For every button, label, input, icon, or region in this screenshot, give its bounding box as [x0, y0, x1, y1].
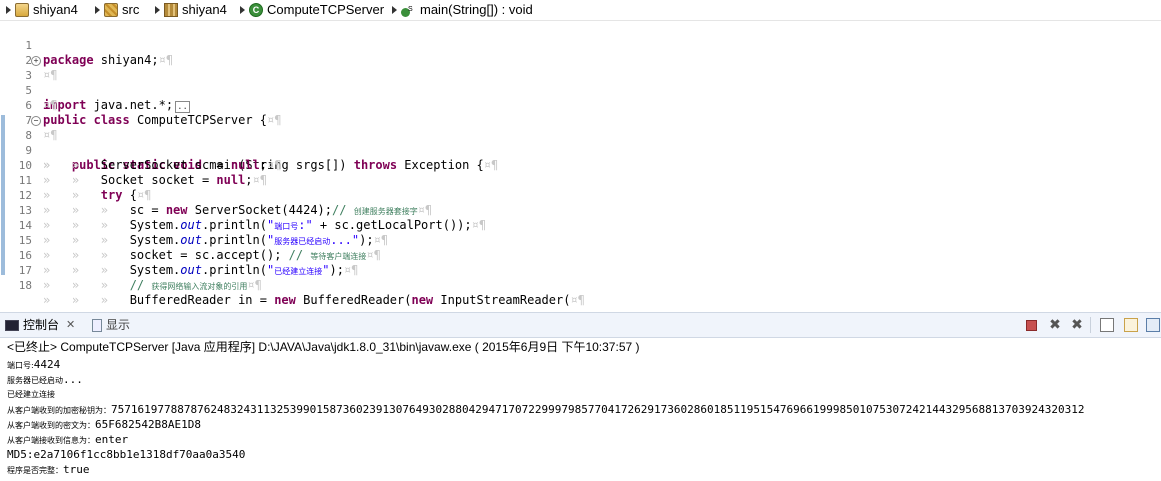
code-line[interactable]: 18 » » » BufferedReader in = new Buffere… [0, 263, 1161, 307]
breadcrumb-package[interactable]: shiyan4 [155, 2, 227, 18]
code-line[interactable]: 6 public class ComputeTCPServer {¤¶ [0, 83, 1161, 127]
terminate-button[interactable] [1026, 320, 1037, 331]
collapse-fold-icon[interactable]: − [31, 116, 41, 126]
display-icon [92, 318, 102, 332]
console-line: 已经建立连接 [7, 390, 55, 399]
static-method-icon [401, 2, 413, 18]
breadcrumb-class[interactable]: C ComputeTCPServer [240, 2, 384, 18]
code-line[interactable]: 2 ¤¶ [0, 38, 1161, 82]
console-toolbar: 控制台 ✕ 显示 ✖ ✖ [0, 312, 1161, 338]
pin-console-button[interactable] [1146, 318, 1160, 332]
code-line[interactable]: 16 » » » System.out.println("已经建立连接");¤¶ [0, 233, 1161, 277]
breadcrumb-project[interactable]: shiyan4 [6, 2, 78, 18]
console-launch-header: <已终止> ComputeTCPServer [Java 应用程序] D:\JA… [7, 340, 640, 354]
code-line[interactable]: 3 + import java.net.*;.. [0, 53, 1161, 113]
console-line: 从客户端收到的密文为：65F682542B8AE1D8 [7, 418, 201, 431]
expand-arrow-icon [6, 6, 11, 14]
expand-arrow-icon [240, 6, 245, 14]
tab-console-label: 控制台 [23, 318, 60, 332]
package-icon [164, 3, 178, 17]
clear-console-button[interactable] [1100, 318, 1114, 332]
line-number: 18 [18, 279, 32, 292]
scroll-lock-button[interactable] [1124, 318, 1138, 332]
console-line: 端口号:4424 [7, 358, 61, 371]
breadcrumb-project-label: shiyan4 [33, 2, 78, 17]
code-line[interactable]: 1 package shiyan4;¤¶ [0, 23, 1161, 67]
source-folder-icon [104, 3, 118, 17]
project-folder-icon [15, 3, 29, 17]
code-line[interactable]: 14 » » » System.out.println("服务器已经启动..."… [0, 203, 1161, 247]
tab-console[interactable]: 控制台 ✕ [5, 316, 75, 334]
breadcrumb: shiyan4 src shiyan4 C ComputeTCPServer m… [0, 0, 1161, 21]
expand-arrow-icon [155, 6, 160, 14]
code-line[interactable]: 13 » » » System.out.println("端口号:" + sc.… [0, 188, 1161, 232]
tab-display[interactable]: 显示 [92, 316, 130, 334]
toolbar-separator [1090, 317, 1091, 333]
tab-display-label: 显示 [106, 318, 131, 332]
console-line: 服务器已经启动... [7, 373, 83, 386]
console-icon [5, 319, 19, 331]
breadcrumb-method[interactable]: main(String[]) : void [392, 2, 533, 18]
code-line[interactable]: 8 − » public static void main(String srg… [0, 113, 1161, 172]
console-line: 程序是否完整：true [7, 463, 90, 476]
console-output[interactable]: 端口号:4424 服务器已经启动... 已经建立连接 从客户端收到的加密秘钥为：… [7, 357, 1161, 477]
code-line[interactable]: 7 ¤¶ [0, 98, 1161, 142]
code-line[interactable]: 11 » » try {¤¶ [0, 158, 1161, 202]
breadcrumb-method-label: main(String[]) : void [420, 2, 533, 17]
console-line: MD5:e2a7106f1cc8bb1e1318df70aa0a3540 [7, 448, 246, 461]
code-line[interactable]: 10 » » Socket socket = null;¤¶ [0, 143, 1161, 187]
class-icon: C [249, 3, 263, 17]
code-line[interactable]: 12 » » » sc = new ServerSocket(4424);// … [0, 173, 1161, 217]
breadcrumb-package-label: shiyan4 [182, 2, 227, 17]
expand-arrow-icon [95, 6, 100, 14]
remove-launch-button[interactable]: ✖ [1048, 318, 1062, 332]
code-editor[interactable]: 1 package shiyan4;¤¶ 2 ¤¶ 3 + import jav… [0, 21, 1161, 307]
breadcrumb-src[interactable]: src [95, 2, 139, 18]
close-icon[interactable]: ✕ [66, 316, 75, 334]
console-line: 从客户端接收到信息为：enter [7, 433, 129, 446]
breadcrumb-class-label: ComputeTCPServer [267, 2, 385, 17]
code-line[interactable]: 17 » » » // 获得网络输入流对象的引用¤¶ [0, 248, 1161, 292]
code-line[interactable]: 5 ¤¶ [0, 68, 1161, 112]
code-line[interactable]: 15 » » » socket = sc.accept(); // 等待客户端连… [0, 218, 1161, 262]
expand-arrow-icon [392, 6, 397, 14]
expand-fold-icon[interactable]: + [31, 56, 41, 66]
remove-all-terminated-button[interactable]: ✖ [1070, 318, 1084, 332]
code-line[interactable]: 9 » » ServerSocket sc = null;¤¶ [0, 128, 1161, 172]
breadcrumb-src-label: src [122, 2, 140, 17]
console-line: 从客户端收到的加密秘钥为：757161977887876248324311325… [7, 403, 1085, 416]
